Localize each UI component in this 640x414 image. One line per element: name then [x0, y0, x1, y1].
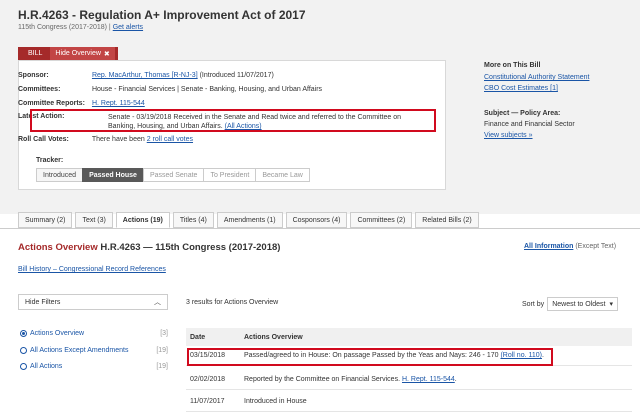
table-row: 02/02/2018 Reported by the Committee on … [186, 370, 632, 390]
tab-titles[interactable]: Titles (4) [172, 212, 214, 228]
committees-key: Committees: [18, 86, 61, 93]
radio-selected-icon [20, 330, 27, 337]
report-link[interactable]: H. Rept. 115-544 [92, 100, 145, 107]
filter-label: Actions Overview [30, 330, 85, 337]
chevron-up-icon: ︿ [154, 299, 161, 306]
bill-overview-header: BILL Hide Overview ✖ [18, 47, 118, 60]
tab-actions[interactable]: Actions (19) [115, 212, 170, 228]
tab-text[interactable]: Text (3) [75, 212, 113, 228]
congress-label: 115th Congress (2017-2018) [18, 24, 107, 31]
tab-related-bills[interactable]: Related Bills (2) [415, 212, 479, 228]
congress-subtitle: 115th Congress (2017-2018) | Get alerts [18, 24, 144, 31]
tracker-step-to-president: To President [203, 168, 257, 182]
sort-by-label: Sort by [522, 300, 545, 308]
sponsor-link[interactable]: Rep. MacArthur, Thomas [R-NJ-3] [92, 72, 198, 79]
filter-count: [3] [160, 330, 168, 337]
reports-row: Committee Reports: H. Rept. 115-544 [18, 100, 145, 107]
bill-tracker: Introduced Passed House Passed Senate To… [36, 168, 310, 182]
radio-icon [20, 347, 27, 354]
actions-title-bill: H.R.4263 — 115th Congress (2017-2018) [100, 242, 281, 253]
tab-amendments[interactable]: Amendments (1) [216, 212, 283, 228]
filter-label: All Actions Except Amendments [30, 347, 129, 354]
hide-filters-select[interactable]: Hide Filters ︿ [18, 294, 168, 310]
actions-title-prefix: Actions Overview [18, 242, 98, 253]
all-information-link[interactable]: All Information [524, 243, 573, 250]
latest-action-highlight [30, 109, 436, 132]
roll-call-row: Roll Call Votes: There have been 2 roll … [18, 136, 193, 143]
filter-all-actions[interactable]: All Actions [19] [20, 363, 168, 370]
filter-count: [19] [156, 363, 168, 370]
col-actions-overview: Actions Overview [244, 333, 303, 341]
roll-call-key: Roll Call Votes: [18, 136, 69, 143]
roll-call-pre: There have been [91, 136, 145, 143]
filter-label: All Actions [30, 363, 63, 370]
tracker-label: Tracker: [36, 157, 64, 164]
reports-key: Committee Reports: [18, 100, 85, 107]
hide-overview-button[interactable]: Hide Overview ✖ [50, 47, 115, 60]
committees-row: Committees: House - Financial Services |… [18, 86, 322, 93]
report-link[interactable]: H. Rept. 115-544 [402, 376, 455, 383]
bill-history-link[interactable]: Bill History – Congressional Record Refe… [18, 266, 166, 273]
actions-table-header: Date Actions Overview [186, 328, 632, 346]
actions-overview-title: Actions Overview H.R.4263 — 115th Congre… [18, 242, 280, 253]
filter-all-except-amendments[interactable]: All Actions Except Amendments [19] [20, 347, 168, 354]
more-on-bill-heading: More on This Bill [484, 62, 541, 69]
row-date: 02/02/2018 [190, 376, 226, 383]
filter-count: [19] [156, 347, 168, 354]
hide-overview-label: Hide Overview [55, 50, 101, 57]
all-information: All Information (Except Text) [524, 243, 616, 250]
subject-heading: Subject — Policy Area: [484, 110, 561, 117]
col-date: Date [190, 333, 206, 341]
row-action-text: Reported by the Committee on Financial S… [244, 376, 401, 383]
table-row: 11/07/2017 Introduced in House [186, 392, 632, 412]
except-text-note: (Except Text) [575, 243, 617, 250]
tab-cosponsors[interactable]: Cosponsors (4) [285, 212, 348, 228]
constitutional-authority-link[interactable]: Constitutional Authority Statement [484, 74, 589, 81]
cbo-cost-estimates-link[interactable]: CBO Cost Estimates [1] [484, 85, 558, 92]
view-subjects-link[interactable]: View subjects » [484, 132, 533, 139]
sponsor-note: (Introduced 11/07/2017) [199, 72, 274, 79]
sort-control: Sort by Newest to Oldest ▾ [522, 297, 619, 311]
tracker-step-introduced: Introduced [36, 168, 84, 182]
sort-value: Newest to Oldest [552, 300, 606, 308]
radio-icon [20, 363, 27, 370]
subject-value: Finance and Financial Sector [484, 121, 575, 128]
roll-call-link[interactable]: 2 roll call votes [147, 136, 193, 143]
row-text: Introduced in House [244, 398, 307, 405]
close-icon: ✖ [103, 50, 110, 58]
tracker-step-passed-senate: Passed Senate [142, 168, 205, 182]
tracker-step-became-law: Became Law [255, 168, 310, 182]
tab-summary[interactable]: Summary (2) [18, 212, 73, 228]
results-count: 3 results for Actions Overview [186, 299, 279, 306]
tracker-step-passed-house: Passed House [82, 168, 144, 182]
committees-value: House - Financial Services | Senate - Ba… [91, 86, 323, 93]
sort-select[interactable]: Newest to Oldest ▾ [547, 297, 619, 311]
get-alerts-link[interactable]: Get alerts [113, 24, 143, 31]
sponsor-row: Sponsor: Rep. MacArthur, Thomas [R-NJ-3]… [18, 72, 274, 79]
bill-tab-label: BILL [28, 50, 43, 57]
tab-divider [0, 228, 640, 229]
row-tail: . [454, 376, 457, 383]
passed-house-highlight [187, 348, 553, 366]
hide-filters-label: Hide Filters [25, 298, 61, 306]
tab-committees[interactable]: Committees (2) [350, 212, 413, 228]
filter-actions-overview[interactable]: Actions Overview [3] [20, 330, 168, 337]
sponsor-key: Sponsor: [18, 72, 49, 79]
bill-tabs: Summary (2) Text (3) Actions (19) Titles… [18, 212, 479, 228]
row-date: 11/07/2017 [190, 398, 225, 405]
caret-down-icon: ▾ [609, 301, 614, 308]
row-text: Reported by the Committee on Financial S… [244, 376, 632, 383]
page-title: H.R.4263 - Regulation A+ Improvement Act… [18, 8, 306, 22]
